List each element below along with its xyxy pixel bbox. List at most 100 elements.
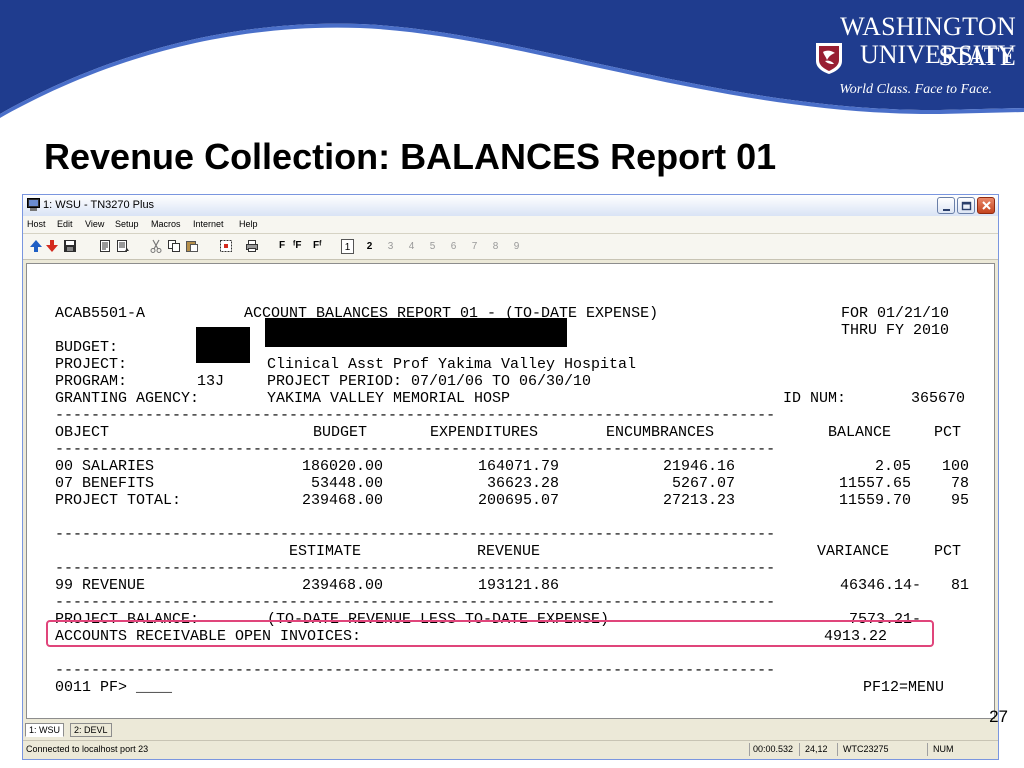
session-button-3[interactable]: 3 [384,239,397,254]
granting-agency-label: GRANTING AGENCY: [55,390,200,407]
printer-icon[interactable] [245,239,259,253]
divider-line: ----------------------------------------… [55,441,776,458]
id-num-label: ID NUM: [783,390,847,407]
connection-status: Connected to localhost port 23 [26,744,149,754]
save-icon[interactable] [63,239,77,253]
terminal-app-icon [27,198,40,211]
font-button-2[interactable]: ᶠF [293,240,302,251]
session-button-1[interactable]: 1 [341,239,354,254]
divider-line: ----------------------------------------… [55,560,776,577]
report-id: ACAB5501-A [55,305,146,322]
row-salaries-balance: 2.05 [874,458,911,475]
font-button-1[interactable]: F [279,240,285,251]
divider-line: ----------------------------------------… [55,594,776,611]
close-icon [982,201,991,210]
row-salaries-expenditures: 164071.79 [477,458,559,475]
menu-help[interactable]: Help [239,219,258,229]
session-button-5[interactable]: 5 [426,239,439,254]
slide-title: Revenue Collection: BALANCES Report 01 [44,136,777,177]
row-total-expenditures: 200695.07 [477,492,559,509]
project-description: Clinical Asst Prof Yakima Valley Hospita… [267,356,637,373]
cut-icon[interactable] [149,239,163,253]
select-all-icon[interactable] [219,239,233,253]
copy-icon[interactable] [167,239,181,253]
row-benefits-expenditures: 36623.28 [486,475,559,492]
terminal-screen[interactable]: ACAB5501-A ACCOUNT BALANCES REPORT 01 - … [26,263,995,719]
project-label: PROJECT: [55,356,128,373]
col-expenditures: EXPENDITURES [430,424,539,441]
row-revenue-pct: 81 [950,577,969,594]
toolbar: F ᶠF Fᶠ 1 2 3 4 5 6 7 8 9 [23,234,998,260]
menu-internet[interactable]: Internet [193,219,224,229]
session-button-2[interactable]: 2 [363,239,376,254]
status-separator [749,743,750,756]
row-benefits-encumbrances: 5267.07 [671,475,735,492]
command-line[interactable]: 0011 PF> ____ [55,679,172,696]
budget-label: BUDGET: [55,339,119,356]
row-salaries-budget: 186020.00 [301,458,383,475]
col-pct: PCT [934,424,962,441]
report-thru-fy: THRU FY 2010 [841,322,950,339]
col-budget: BUDGET [313,424,368,441]
col-revenue: REVENUE [477,543,541,560]
row-revenue-revenue: 193121.86 [477,577,559,594]
arrow-up-icon[interactable] [29,239,43,253]
session-button-8[interactable]: 8 [489,239,502,254]
session-tabs: 1: WSU 2: DEVL [23,721,998,739]
print-list-icon[interactable] [116,239,130,253]
row-total-pct: 95 [950,492,969,509]
session-button-6[interactable]: 6 [447,239,460,254]
print-screen-icon[interactable] [99,239,113,253]
arrow-down-icon[interactable] [45,239,59,253]
row-total-balance: 11559.70 [838,492,911,509]
divider-line: ----------------------------------------… [55,662,776,679]
minimize-button[interactable] [937,197,955,214]
row-benefits-balance: 11557.65 [838,475,911,492]
row-salaries-encumbrances: 21946.16 [662,458,735,475]
divider-line: ----------------------------------------… [55,407,776,424]
divider-line: ----------------------------------------… [55,526,776,543]
row-revenue-variance: 46346.14- [839,577,921,594]
redacted-budget-name [265,318,567,347]
slide-number: 27 [989,707,1008,726]
status-separator [927,743,928,756]
id-num-value: 365670 [911,390,966,407]
status-separator [799,743,800,756]
minimize-icon [943,209,950,211]
pf12-menu-hint: PF12=MENU [863,679,945,696]
row-revenue-estimate: 239468.00 [301,577,383,594]
session-button-9[interactable]: 9 [510,239,523,254]
status-time: 00:00.532 [753,744,794,754]
font-button-3[interactable]: Fᶠ [313,240,322,251]
row-benefits-budget: 53448.00 [310,475,383,492]
menu-setup[interactable]: Setup [115,219,139,229]
project-period: PROJECT PERIOD: 07/01/06 TO 06/30/10 [267,373,592,390]
session-button-4[interactable]: 4 [405,239,418,254]
row-total-object: PROJECT TOTAL: [55,492,182,509]
col-revenue-pct: PCT [934,543,962,560]
logo-line-university: UNIVERSITY [860,40,1016,69]
row-total-encumbrances: 27213.23 [662,492,735,509]
row-revenue-object: 99 REVENUE [55,577,146,594]
program-code: 13J [197,373,225,390]
logo-tagline: World Class. Face to Face. [839,82,992,97]
report-for-date: FOR 01/21/10 [841,305,950,322]
menu-macros[interactable]: Macros [151,219,181,229]
col-variance: VARIANCE [817,543,890,560]
menu-edit[interactable]: Edit [57,219,73,229]
col-estimate: ESTIMATE [289,543,362,560]
tn3270-window: 1: WSU - TN3270 Plus Host Edit View Setu… [22,194,999,760]
tab-wsu[interactable]: 1: WSU [25,723,65,737]
tab-devl[interactable]: 2: DEVL [70,723,112,737]
paste-icon[interactable] [185,239,199,253]
close-button[interactable] [977,197,995,214]
col-balance: BALANCE [828,424,892,441]
maximize-button[interactable] [957,197,975,214]
menu-view[interactable]: View [85,219,104,229]
menu-host[interactable]: Host [27,219,46,229]
session-button-7[interactable]: 7 [468,239,481,254]
row-benefits-object: 07 BENEFITS [55,475,155,492]
window-titlebar[interactable]: 1: WSU - TN3270 Plus [23,195,998,216]
status-bar: Connected to localhost port 23 00:00.532… [23,740,998,758]
wsu-logo: WASHINGTON STATE UNIVERSITY World Class.… [784,6,1016,106]
